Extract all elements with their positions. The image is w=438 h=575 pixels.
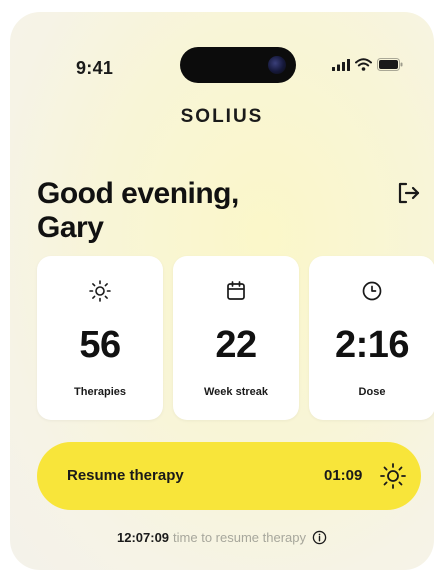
resume-therapy-time: 01:09: [324, 467, 363, 484]
camera-lens: [268, 56, 286, 74]
dynamic-island: [180, 47, 296, 83]
stat-label: Dose: [358, 386, 386, 398]
sun-icon: [380, 463, 406, 489]
info-icon[interactable]: [312, 530, 327, 545]
brand-logo: SOLIUS: [180, 106, 264, 127]
logout-icon[interactable]: [396, 180, 422, 206]
greeting-line-1: Good evening,: [37, 177, 239, 210]
greeting-heading: Good evening, Gary: [37, 177, 337, 245]
stat-value: 22: [215, 324, 257, 366]
wifi-icon: [355, 58, 372, 71]
stat-label: Week streak: [203, 386, 268, 398]
sun-icon: [89, 280, 111, 302]
battery-icon: [377, 58, 403, 71]
stats-cards: 56 Therapies 22 Week streak 2:16 Dose: [37, 256, 434, 420]
resume-therapy-button[interactable]: Resume therapy 01:09: [37, 442, 421, 510]
resume-therapy-label: Resume therapy: [67, 467, 184, 484]
stat-value: 2:16: [334, 324, 410, 366]
countdown-time: 12:07:09: [117, 530, 170, 545]
stat-card-dose: 2:16 Dose: [309, 256, 434, 420]
app-screen: 9:41 SOLIUS Good evening, Gary 56 Therap…: [10, 12, 434, 570]
calendar-icon: [227, 281, 245, 300]
clock-icon: [362, 281, 382, 301]
status-bar: 9:41: [10, 12, 434, 92]
status-time: 9:41: [76, 58, 114, 78]
greeting-name: Gary: [37, 211, 104, 244]
stat-card-week-streak: 22 Week streak: [173, 256, 299, 420]
stat-card-therapies: 56 Therapies: [37, 256, 163, 420]
stat-value: 56: [79, 324, 121, 366]
stat-label: Therapies: [74, 386, 126, 398]
countdown-text: time to resume therapy: [173, 530, 306, 545]
status-icons: [332, 58, 403, 71]
signal-icon: [332, 58, 350, 71]
resume-countdown: 12:07:09 time to resume therapy: [10, 530, 434, 545]
